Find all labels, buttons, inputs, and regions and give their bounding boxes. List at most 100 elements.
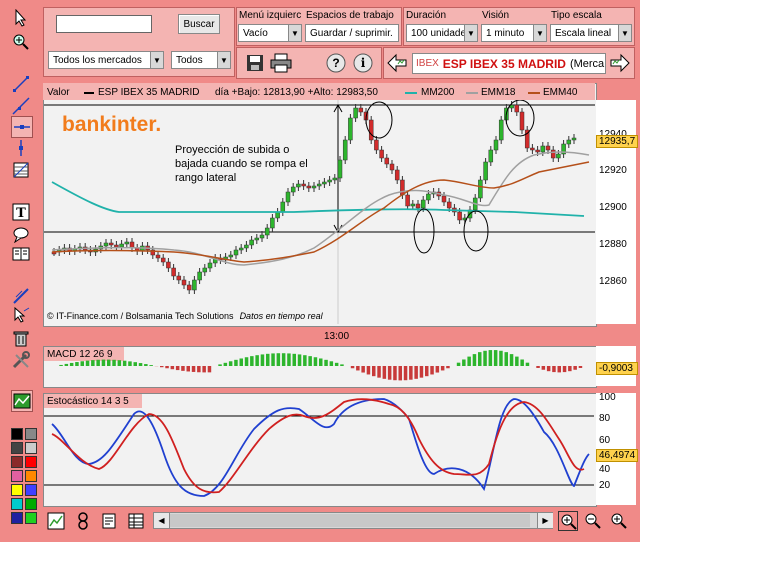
candle [566,139,572,145]
pencil-tool-icon[interactable] [11,286,31,306]
candle [186,284,192,291]
candle [415,203,421,209]
price-tick-12900: 12900 [599,202,627,213]
ray-tool-icon[interactable] [11,96,31,116]
price-tick-12880: 12880 [599,239,627,250]
candle [270,217,275,229]
info-icon[interactable]: i [352,52,374,74]
instrument-field[interactable]: IBEX ESP IBEX 35 MADRID (Merca [412,53,606,74]
workspaces-label: Espacios de trabajo [306,10,394,21]
market-filter-select[interactable]: Todos ▼ [171,51,231,69]
macd-plot [59,350,583,381]
macd-bar [69,362,74,366]
color-swatch-red[interactable] [25,456,37,468]
scrollbar-thumb[interactable] [170,514,530,527]
macd-bar [419,366,424,378]
back-arrow-icon[interactable] [386,52,408,74]
chevron-down-icon: ▼ [618,25,631,41]
color-swatch-blue[interactable] [25,484,37,496]
macd-bar [64,363,69,366]
help-icon[interactable]: ? [325,52,347,74]
candle [571,137,577,141]
search-button[interactable]: Buscar [178,14,220,34]
color-swatch-navy[interactable] [11,512,23,524]
color-swatch-darkgray[interactable] [11,442,23,454]
indicator-tool-icon[interactable] [11,390,33,412]
macd-bar [430,366,434,375]
comment-tool-icon[interactable] [11,224,31,244]
scroll-right-icon[interactable]: ▶ [537,513,553,528]
color-swatch-black[interactable] [11,428,23,440]
text-tool-icon[interactable]: T [11,202,31,222]
macd-bar [393,366,397,381]
table-icon[interactable] [127,512,145,530]
macd-bar [515,356,519,366]
legend-day: día +Bajo: 12813,90 +Alto: 12983,50 [215,87,378,98]
stochastic-plot [44,398,594,497]
scale-select[interactable]: Escala lineal ▼ [550,24,632,42]
book-tool-icon[interactable] [11,244,31,264]
macd-bar [478,352,482,366]
vertical-line-tool-icon[interactable] [11,138,31,158]
vision-select[interactable]: 1 minuto ▼ [481,24,547,42]
zoom-fit-icon[interactable] [558,511,578,531]
workspaces-select[interactable]: Guardar / suprimir. [305,24,399,42]
candle [498,119,504,141]
candle [488,149,494,163]
fibonacci-tool-icon[interactable] [11,160,31,180]
candle [176,275,182,281]
zoom-in-icon[interactable] [610,512,628,530]
color-swatch-pink[interactable] [11,470,23,482]
horizontal-scrollbar[interactable]: ◀ ▶ [153,512,553,529]
chart-type-icon[interactable] [47,512,65,530]
macd-bar [266,353,270,366]
macd-bar [329,361,334,366]
scroll-left-icon[interactable]: ◀ [154,513,170,528]
horizontal-line-tool-icon[interactable] [11,116,33,138]
save-icon[interactable] [246,54,264,72]
trash-icon[interactable] [11,328,31,348]
tools-icon[interactable] [11,350,31,370]
legend-emm40: EMM40 [543,87,578,98]
export-icon[interactable] [101,512,119,530]
color-swatch-cyan[interactable] [11,498,23,510]
vision-label: Visión [482,10,510,21]
color-swatch-lime[interactable] [25,512,37,524]
macd-bar [144,364,148,366]
candle [374,139,379,151]
color-swatch-gray[interactable] [25,428,37,440]
macd-bar [181,366,185,371]
macd-bar [334,362,339,366]
candle [405,194,410,207]
search-input[interactable] [56,15,152,33]
zoom-tool-icon[interactable] [11,32,31,52]
print-icon[interactable] [270,53,292,73]
legend-mm200: MM200 [421,87,455,98]
macd-bar [578,366,583,368]
menu-select[interactable]: Vacío ▼ [238,24,302,42]
color-swatch-orange[interactable] [25,470,37,482]
chart-credits: © IT-Finance.com / Bolsamania Tech Solut… [47,311,323,321]
candle [254,237,260,241]
color-swatch-maroon[interactable] [11,456,23,468]
zoom-out-icon[interactable] [584,512,602,530]
pointer-tool-icon[interactable] [11,8,31,28]
markets-select[interactable]: Todos los mercados ▼ [48,51,164,69]
candle [207,262,213,269]
color-swatch-green[interactable] [25,498,37,510]
duration-select[interactable]: 100 unidades▼ [406,24,478,42]
candle [394,169,400,181]
macd-bar [520,359,524,366]
macd-bar [122,360,127,366]
macd-bar [218,364,222,366]
select-tool-icon[interactable] [11,306,31,326]
last-price-tag: 12935,7 [596,135,638,148]
instrument-market: (Merca [569,57,605,70]
color-swatch-lightgray[interactable] [25,442,37,454]
trendline-tool-icon[interactable] [11,74,31,94]
candle [160,257,166,263]
color-swatch-yellow[interactable] [11,484,23,496]
link-icon[interactable] [75,512,91,530]
forward-arrow-icon[interactable] [609,52,631,74]
candle [264,227,270,236]
